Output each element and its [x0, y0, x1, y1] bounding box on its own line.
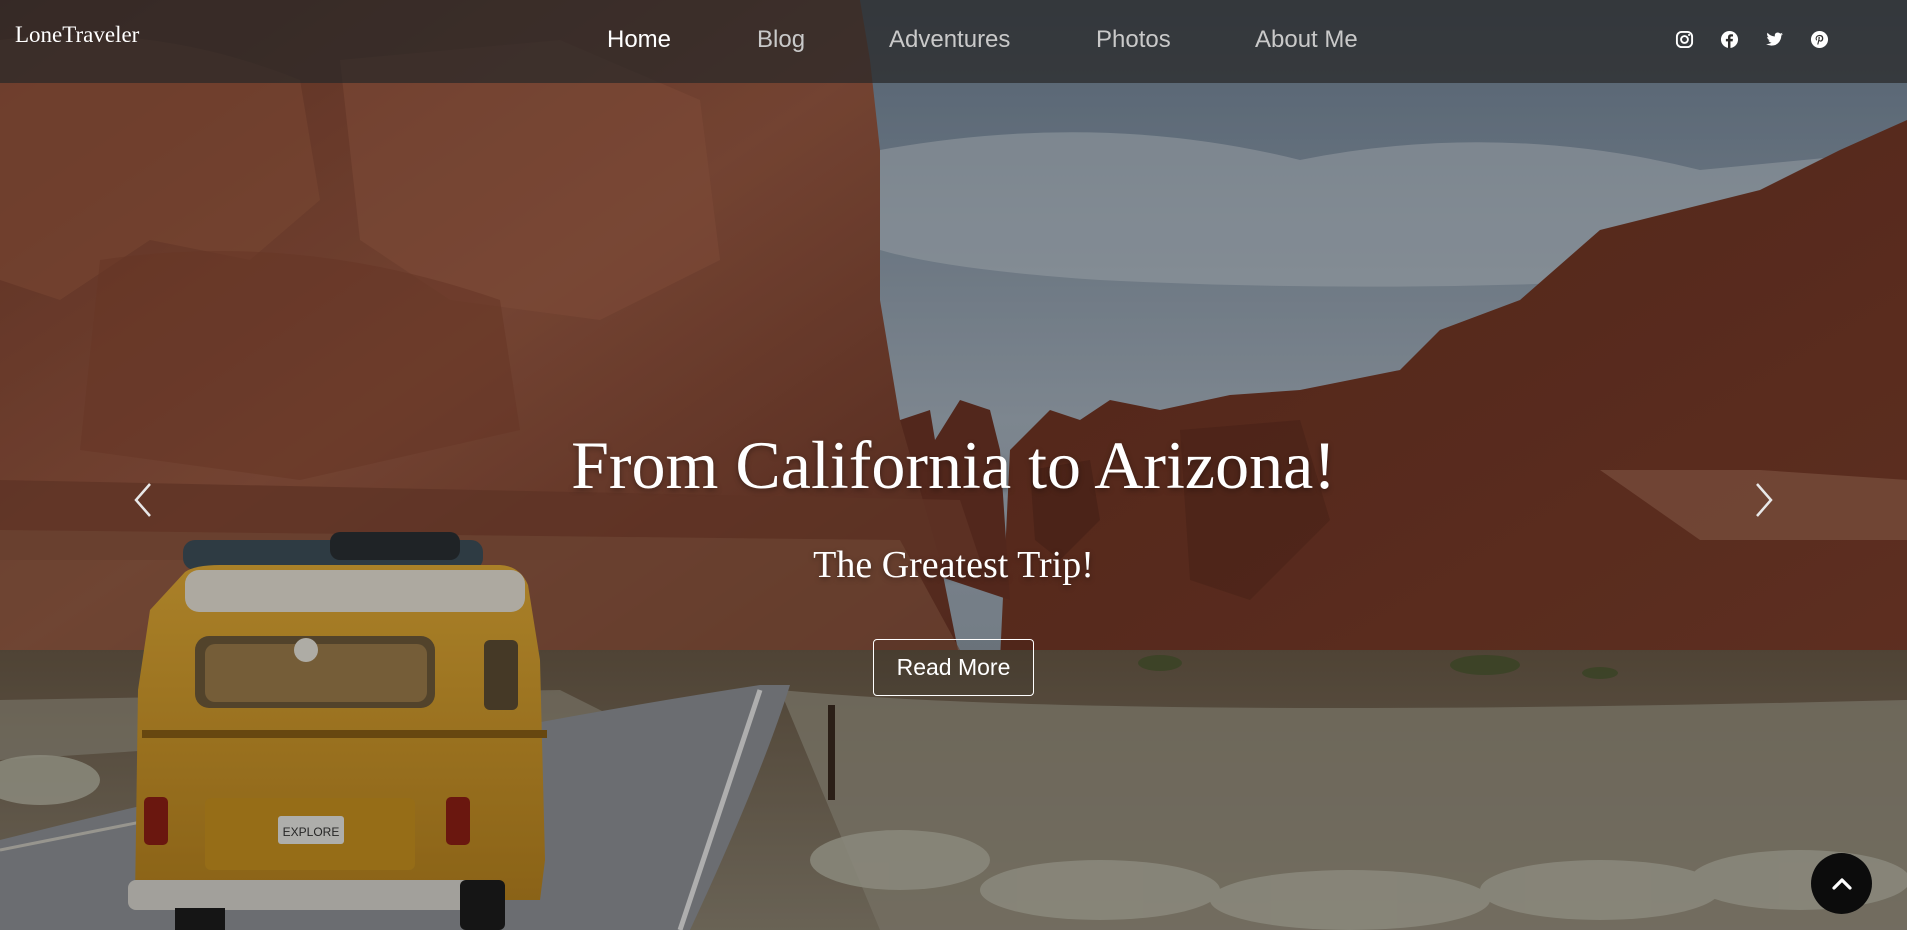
chevron-up-icon: [1831, 877, 1852, 890]
back-to-top-button[interactable]: [1811, 853, 1872, 914]
nav-item-about-me[interactable]: About Me: [1255, 26, 1358, 54]
read-more-button[interactable]: Read More: [873, 639, 1034, 696]
instagram-icon[interactable]: [1675, 30, 1694, 49]
top-navbar: LoneTraveler Home Blog Adventures Photos…: [0, 0, 1907, 83]
twitter-icon[interactable]: [1765, 30, 1784, 49]
carousel-prev-button[interactable]: [128, 480, 158, 520]
nav-item-home[interactable]: Home: [607, 26, 671, 54]
facebook-icon[interactable]: [1720, 30, 1739, 49]
hero-carousel: EXPLORE From California to Arizona! The …: [0, 0, 1907, 930]
carousel-next-button[interactable]: [1749, 480, 1779, 520]
nav-item-adventures[interactable]: Adventures: [889, 26, 1010, 54]
nav-menu: Home Blog Adventures Photos About Me: [0, 26, 1907, 58]
pinterest-icon[interactable]: [1810, 30, 1829, 49]
nav-item-photos[interactable]: Photos: [1096, 26, 1171, 54]
chevron-left-icon: [134, 483, 151, 517]
nav-item-blog[interactable]: Blog: [757, 26, 805, 54]
chevron-right-icon: [1756, 483, 1773, 517]
social-links: [1675, 30, 1829, 49]
hero-subtitle: The Greatest Trip!: [813, 544, 1094, 586]
hero-title: From California to Arizona!: [571, 427, 1336, 503]
